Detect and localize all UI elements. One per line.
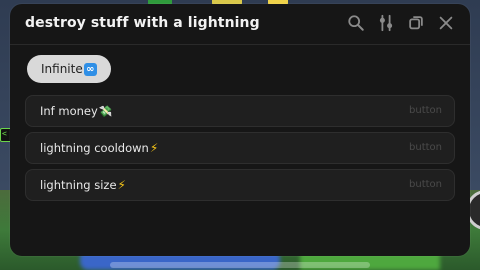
infinity-icon: ∞	[83, 62, 97, 76]
lightning-bolt-icon: ⚡	[117, 178, 126, 192]
side-hud-glyph: <	[2, 129, 7, 138]
button-type-label: button	[409, 105, 442, 116]
script-window: destroy stuff with a lightning Infinite …	[10, 4, 470, 256]
button-label: lightning cooldown⚡	[40, 141, 158, 155]
window-controls	[346, 13, 456, 33]
infinity-symbol: ∞	[86, 63, 95, 75]
button-type-label: button	[409, 179, 442, 190]
button-label-text: lightning cooldown	[40, 141, 149, 155]
close-icon[interactable]	[436, 13, 456, 33]
button-label: Inf money💸	[40, 104, 113, 118]
lightning-cooldown-button[interactable]: lightning cooldown⚡ button	[25, 132, 455, 164]
home-indicator-bar	[110, 262, 370, 268]
button-label-text: lightning size	[40, 178, 117, 192]
tab-infinite[interactable]: Infinite ∞	[27, 55, 111, 83]
search-icon[interactable]	[346, 13, 366, 33]
lightning-size-button[interactable]: lightning size⚡ button	[25, 169, 455, 201]
window-titlebar[interactable]: destroy stuff with a lightning	[10, 4, 470, 45]
inf-money-button[interactable]: Inf money💸 button	[25, 95, 455, 127]
sliders-icon[interactable]	[376, 13, 396, 33]
window-icon[interactable]	[406, 13, 426, 33]
button-label-text: Inf money	[40, 104, 98, 118]
window-title: destroy stuff with a lightning	[25, 15, 260, 31]
money-with-wings-icon: 💸	[98, 105, 113, 118]
lightning-bolt-icon: ⚡	[149, 141, 159, 155]
tab-label: Infinite	[41, 62, 83, 76]
button-list: Inf money💸 button lightning cooldown⚡ bu…	[25, 95, 455, 206]
button-label: lightning size⚡	[40, 178, 126, 192]
button-type-label: button	[409, 142, 442, 153]
